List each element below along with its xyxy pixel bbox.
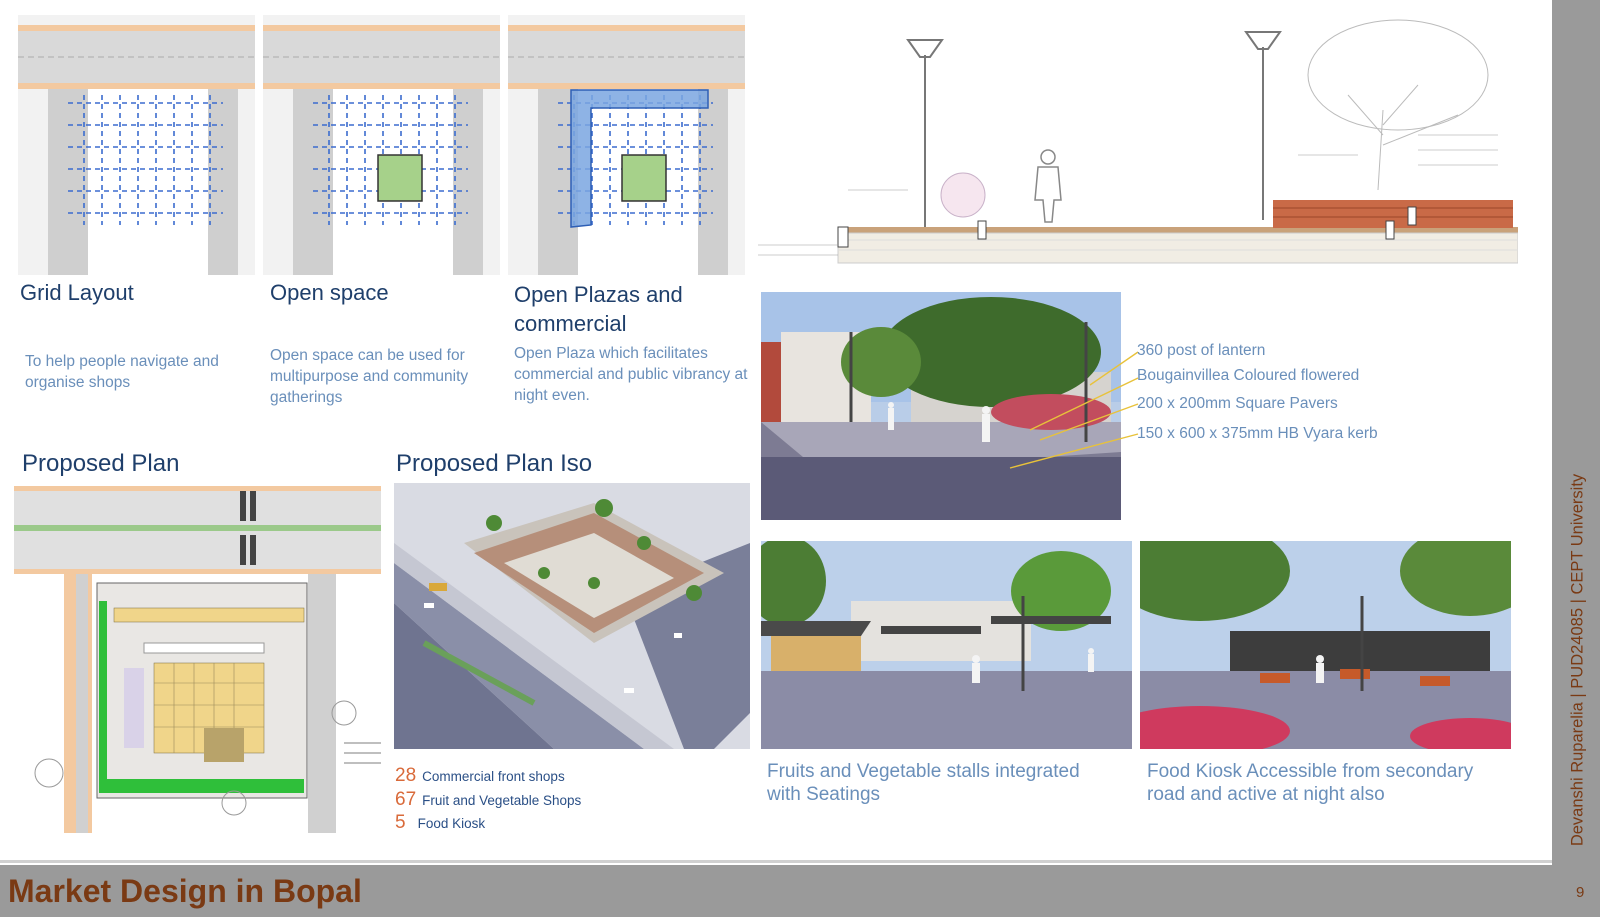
- annotation-bougainvillea: Bougainvillea Coloured flowered: [1137, 367, 1360, 384]
- stalls-render: [761, 541, 1132, 749]
- open-plaza-desc: Open Plaza which facilitates commercial …: [514, 345, 748, 404]
- open-plaza-diagram: [508, 15, 745, 275]
- grid-layout-desc: To help people navigate and organise sho…: [25, 353, 219, 391]
- annotation-lantern: 360 post of lantern: [1137, 342, 1266, 359]
- stat-commercial-num: 28: [395, 765, 417, 786]
- grid-layout-diagram: [18, 15, 255, 275]
- kiosk-render: [1140, 541, 1511, 749]
- grid-layout-title: Grid Layout: [20, 280, 134, 305]
- stat-fruit-veg-label: Fruit and Vegetable Shops: [422, 793, 582, 808]
- annotation-leaders: [1009, 351, 1139, 469]
- stat-kiosk: 5 Food Kiosk: [395, 812, 485, 834]
- open-plaza-title: Open Plazas and commercial: [514, 282, 683, 336]
- annotation-kerb: 150 x 600 x 375mm HB Vyara kerb: [1137, 425, 1378, 442]
- stat-commercial: 28 Commercial front shops: [395, 765, 565, 787]
- stalls-caption: Fruits and Vegetable stalls integrated w…: [767, 761, 1080, 805]
- stat-fruit-veg-num: 67: [395, 789, 417, 810]
- author-credit: Devanshi Ruparelia | PUD24085 | CEPT Uni…: [1568, 473, 1587, 847]
- slide-title: Market Design in Bopal: [8, 873, 362, 909]
- proposed-plan-title: Proposed Plan: [22, 450, 180, 477]
- proposed-plan-iso-render: [394, 483, 750, 749]
- stat-commercial-label: Commercial front shops: [422, 769, 565, 784]
- open-space-title: Open space: [270, 280, 389, 305]
- street-section-drawing: [758, 15, 1518, 285]
- stat-kiosk-num: 5: [395, 812, 406, 833]
- open-space-desc: Open space can be used for multipurpose …: [270, 347, 469, 406]
- stat-kiosk-label: Food Kiosk: [417, 816, 486, 831]
- kiosk-caption: Food Kiosk Accessible from secondary roa…: [1147, 761, 1474, 805]
- stat-fruit-veg: 67 Fruit and Vegetable Shops: [395, 789, 581, 811]
- footer-divider: [0, 860, 1552, 863]
- proposed-plan-iso-title: Proposed Plan Iso: [396, 450, 593, 477]
- proposed-plan-drawing: [14, 483, 381, 833]
- annotation-pavers: 200 x 200mm Square Pavers: [1137, 395, 1338, 412]
- open-space-diagram: [263, 15, 500, 275]
- page-number: 9: [1576, 884, 1585, 901]
